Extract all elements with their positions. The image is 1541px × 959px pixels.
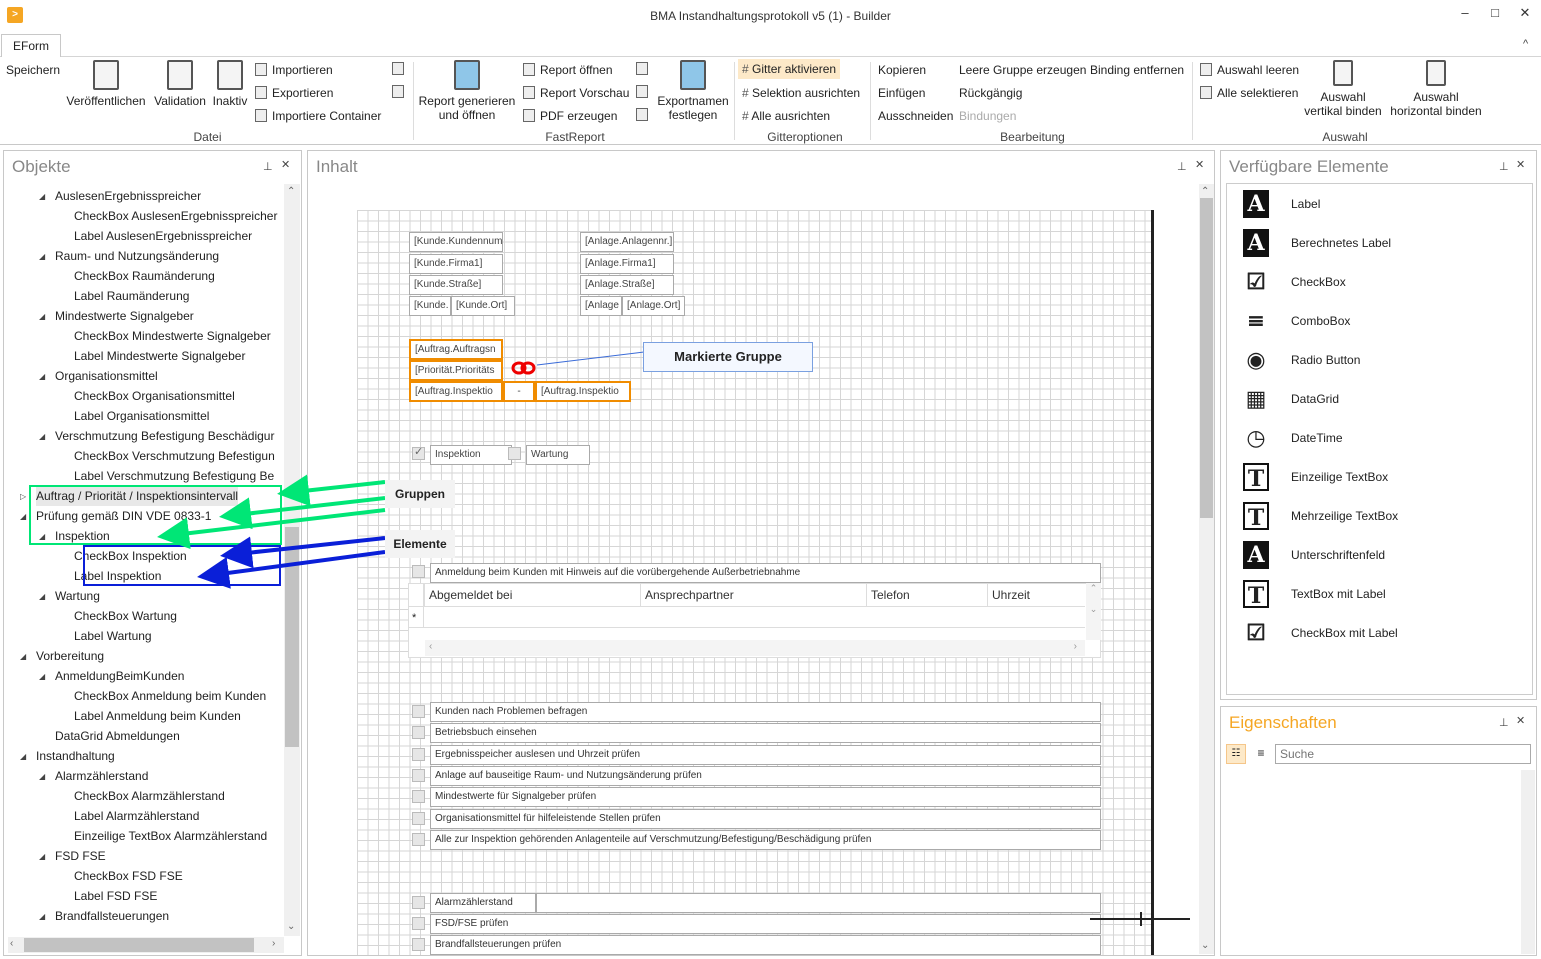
callout-gruppen: Gruppen (385, 480, 455, 508)
callout-markierte-gruppe: Markierte Gruppe (643, 342, 813, 372)
callout-elemente: Elemente (385, 530, 455, 558)
annotation-arrows (157, 351, 645, 589)
